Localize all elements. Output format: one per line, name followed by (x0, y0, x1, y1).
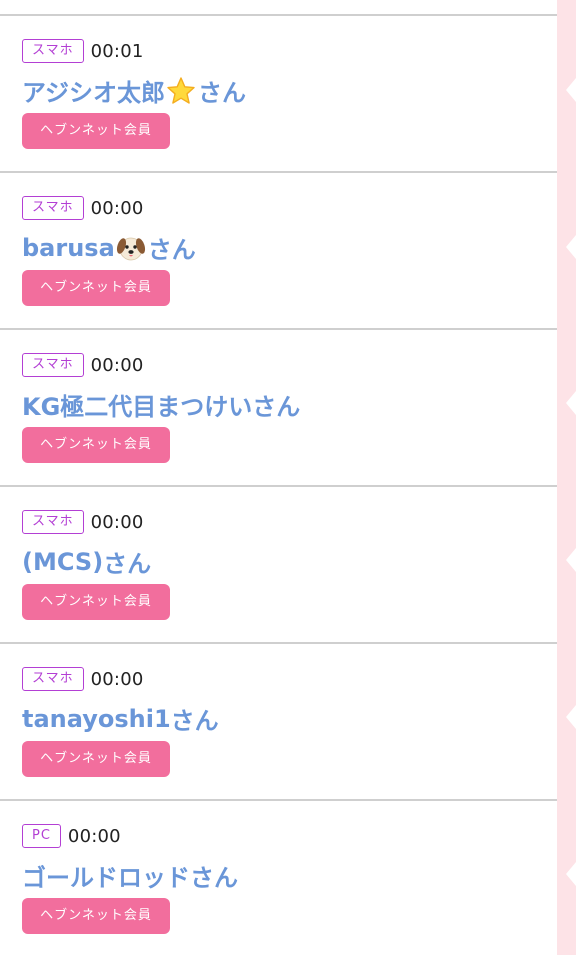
device-tag: PC (22, 824, 61, 848)
name-suffix: さん (198, 79, 247, 107)
membership-badge: ヘブンネット会員 (22, 584, 170, 620)
member-name[interactable]: KG極二代目まつけい さん (22, 387, 300, 422)
membership-badge: ヘブンネット会員 (22, 898, 170, 934)
name-suffix: さん (147, 236, 196, 264)
name-suffix: さん (103, 550, 152, 578)
member-name-text: ゴールドロッド (22, 864, 190, 892)
access-time: 00:00 (90, 668, 144, 690)
side-panel (557, 0, 576, 955)
member-list: スマホ 00:01 アジシオ太郎 さん ヘブンネット会員 スマホ 00:00 b… (0, 16, 557, 956)
device-tag: スマホ (22, 39, 84, 63)
name-suffix: さん (190, 864, 238, 892)
member-name-text: barusa (22, 233, 115, 262)
device-tag: スマホ (22, 196, 84, 220)
item-meta: スマホ 00:01 (22, 38, 144, 64)
list-item[interactable]: スマホ 00:00 (MCS) さん ヘブンネット会員 (0, 487, 557, 644)
membership-badge: ヘブンネット会員 (22, 741, 170, 777)
member-name-text: tanayoshi1 (22, 704, 171, 733)
member-name[interactable]: barusa さん (22, 230, 196, 265)
item-meta: スマホ 00:00 (22, 195, 144, 221)
list-item[interactable]: スマホ 00:01 アジシオ太郎 さん ヘブンネット会員 (0, 16, 557, 173)
device-tag: スマホ (22, 353, 84, 377)
list-item[interactable]: PC 00:00 ゴールドロッド さん ヘブンネット会員 (0, 801, 557, 956)
list-item[interactable]: スマホ 00:00 tanayoshi1 さん ヘブンネット会員 (0, 644, 557, 801)
membership-badge: ヘブンネット会員 (22, 427, 170, 463)
device-tag: スマホ (22, 667, 84, 691)
member-name[interactable]: アジシオ太郎 さん (22, 73, 246, 108)
membership-badge: ヘブンネット会員 (22, 113, 170, 149)
side-panel-notches (566, 78, 576, 886)
member-name-text: KG極二代目まつけい (22, 393, 253, 421)
name-suffix: さん (170, 707, 219, 735)
name-suffix: さん (252, 393, 301, 421)
device-tag: スマホ (22, 510, 84, 534)
membership-badge: ヘブンネット会員 (22, 270, 170, 306)
list-item[interactable]: スマホ 00:00 KG極二代目まつけい さん ヘブンネット会員 (0, 330, 557, 487)
star-icon (166, 76, 196, 106)
access-time: 00:00 (90, 354, 144, 376)
access-time: 00:00 (90, 197, 144, 219)
dog-face-icon (116, 233, 146, 263)
item-meta: スマホ 00:00 (22, 352, 144, 378)
item-meta: スマホ 00:00 (22, 666, 144, 692)
access-time: 00:00 (67, 825, 121, 847)
access-time: 00:01 (90, 40, 144, 62)
member-name[interactable]: ゴールドロッド さん (22, 858, 238, 893)
member-name[interactable]: tanayoshi1 さん (22, 701, 219, 736)
item-meta: スマホ 00:00 (22, 509, 144, 535)
member-name-text: アジシオ太郎 (22, 79, 166, 107)
item-meta: PC 00:00 (22, 823, 121, 849)
list-item[interactable]: スマホ 00:00 barusa さん ヘブンネット会員 (0, 173, 557, 330)
member-name-text: (MCS) (22, 547, 104, 576)
access-time: 00:00 (90, 511, 144, 533)
member-name[interactable]: (MCS) さん (22, 544, 151, 579)
